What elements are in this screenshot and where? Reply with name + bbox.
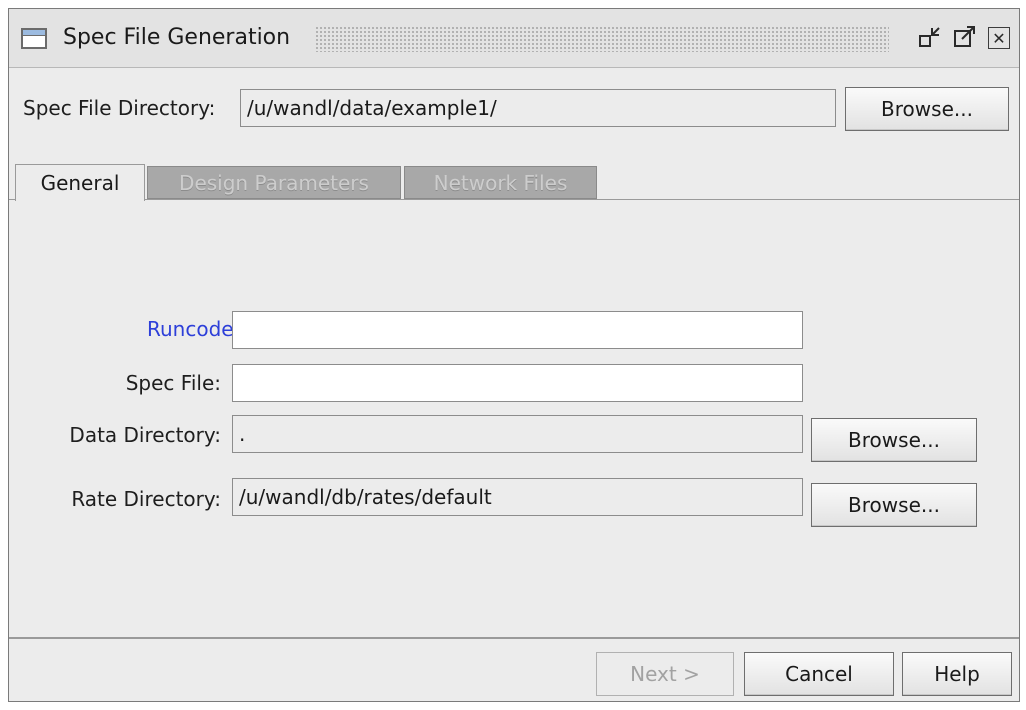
minimize-glyph	[919, 27, 940, 47]
tab-strip-divider	[9, 199, 1019, 200]
rate-directory-label: Rate Directory:	[71, 487, 221, 511]
runcode-input[interactable]	[232, 311, 803, 349]
help-button[interactable]: Help	[902, 652, 1012, 696]
spec-file-generation-window: Spec File Generation ✕ Spec File Directo…	[8, 8, 1020, 702]
spec-file-label: Spec File:	[125, 371, 221, 395]
maximize-glyph	[954, 26, 975, 47]
spec-file-input[interactable]	[232, 364, 803, 402]
maximize-icon[interactable]	[952, 24, 978, 50]
window-title: Spec File Generation	[63, 23, 297, 53]
window-icon	[21, 28, 47, 49]
close-icon[interactable]: ✕	[988, 27, 1010, 49]
data-directory-field[interactable]: .	[232, 415, 803, 453]
cancel-button[interactable]: Cancel	[744, 652, 894, 696]
tab-network-files[interactable]: Network Files	[404, 166, 597, 199]
spec-file-directory-label: Spec File Directory:	[23, 96, 216, 120]
rate-directory-field[interactable]: /u/wandl/db/rates/default	[232, 478, 803, 516]
title-bar-grip	[315, 26, 889, 52]
data-dir-browse-button[interactable]: Browse...	[811, 418, 977, 462]
next-button[interactable]: Next >	[596, 652, 734, 696]
footer-divider	[9, 637, 1019, 639]
minimize-icon[interactable]	[917, 24, 943, 50]
title-bar[interactable]: Spec File Generation ✕	[9, 9, 1019, 68]
data-directory-label: Data Directory:	[69, 423, 221, 447]
rate-dir-browse-button[interactable]: Browse...	[811, 483, 977, 527]
spec-dir-browse-button[interactable]: Browse...	[845, 87, 1009, 131]
runcode-label: Runcode:	[147, 317, 241, 341]
spec-file-directory-field[interactable]: /u/wandl/data/example1/	[240, 89, 836, 127]
tab-design-parameters[interactable]: Design Parameters	[147, 166, 401, 199]
tab-general[interactable]: General	[15, 164, 145, 201]
